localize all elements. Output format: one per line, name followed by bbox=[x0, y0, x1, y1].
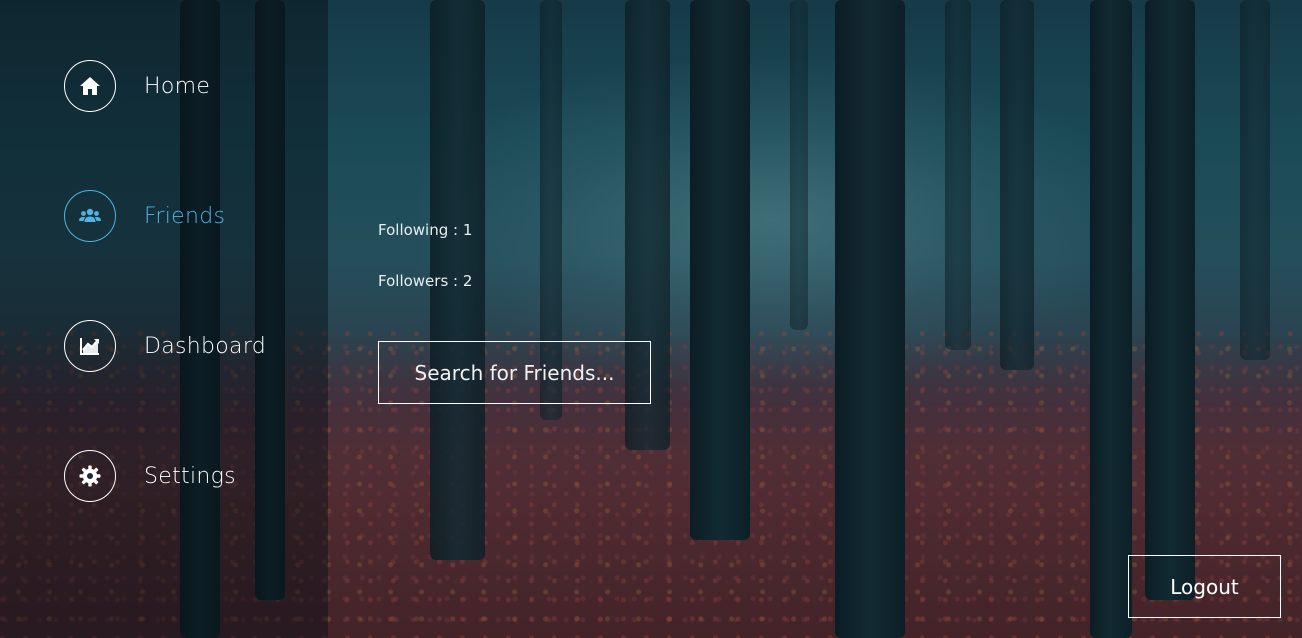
users-icon bbox=[79, 208, 101, 222]
background-tree bbox=[1145, 0, 1195, 600]
search-friends-input[interactable] bbox=[378, 341, 651, 404]
nav-item-friends[interactable]: Friends bbox=[64, 188, 225, 244]
background-tree bbox=[835, 0, 905, 638]
logout-button[interactable]: Logout bbox=[1128, 555, 1281, 618]
nav-label-settings: Settings bbox=[144, 463, 236, 489]
background-tree bbox=[945, 0, 971, 350]
following-count: Following : 1 bbox=[378, 221, 473, 239]
nav-item-dashboard[interactable]: Dashboard bbox=[64, 318, 266, 374]
nav-icon-circle bbox=[64, 60, 116, 112]
nav-icon-circle bbox=[64, 450, 116, 502]
nav-item-settings[interactable]: Settings bbox=[64, 448, 236, 504]
nav-label-friends: Friends bbox=[144, 203, 226, 229]
nav-icon-circle bbox=[64, 190, 116, 242]
background-tree bbox=[1090, 0, 1132, 638]
app-root: Home Friends Dashboard Settings Followin… bbox=[0, 0, 1302, 638]
gear-icon bbox=[79, 465, 101, 487]
nav-label-dashboard: Dashboard bbox=[144, 333, 267, 359]
background-tree bbox=[790, 0, 808, 330]
background-tree bbox=[690, 0, 750, 540]
sidebar: Home Friends Dashboard Settings bbox=[0, 0, 328, 638]
nav-icon-circle bbox=[64, 320, 116, 372]
chart-line-icon bbox=[80, 338, 99, 355]
followers-count: Followers : 2 bbox=[378, 272, 473, 290]
nav-item-home[interactable]: Home bbox=[64, 58, 210, 114]
background-tree bbox=[1000, 0, 1034, 370]
background-tree bbox=[1240, 0, 1270, 360]
home-icon bbox=[80, 77, 100, 95]
nav-label-home: Home bbox=[144, 73, 211, 99]
